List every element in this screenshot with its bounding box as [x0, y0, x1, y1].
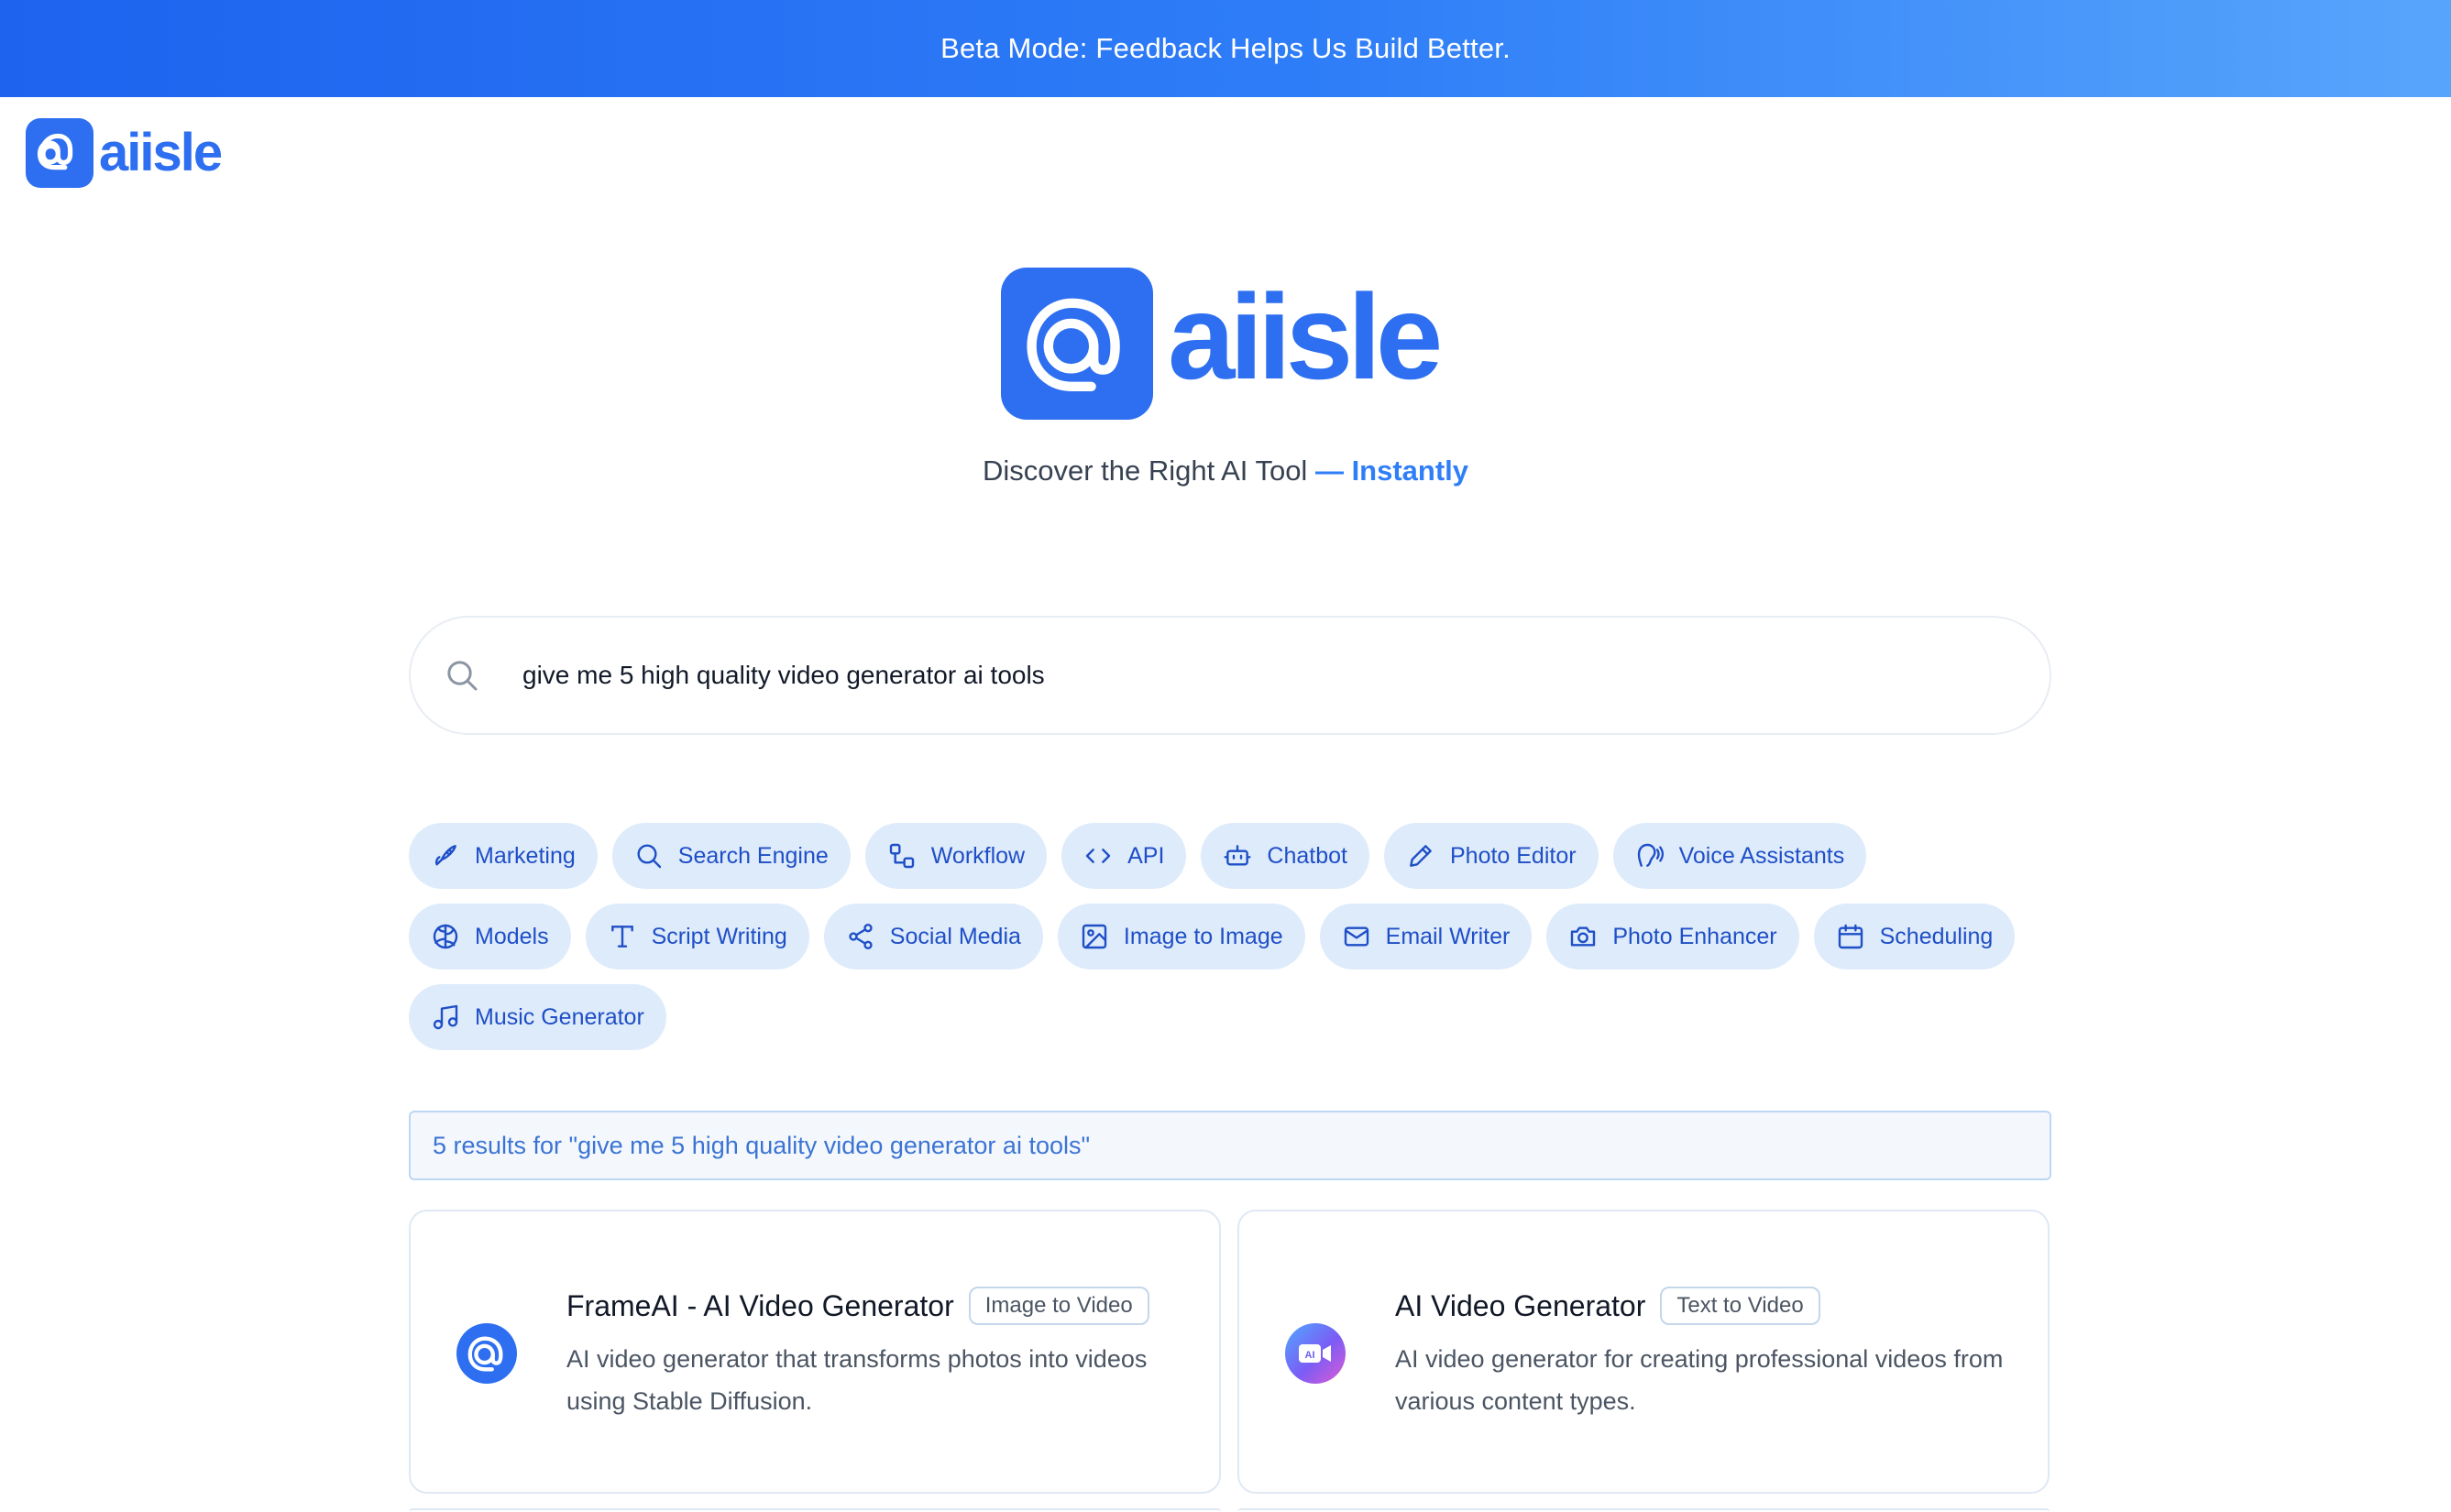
results-summary: 5 results for "give me 5 high quality vi…: [409, 1111, 2051, 1180]
chip-label: Search Engine: [677, 842, 829, 869]
result-card[interactable]: AI AI Video Generator Text to Video AI v…: [1237, 1210, 2050, 1494]
chip-api[interactable]: API: [1061, 823, 1187, 889]
search-icon: [634, 841, 664, 871]
share-icon: [846, 922, 875, 951]
chip-row: Models Script Writing Social Media Image…: [409, 904, 2059, 970]
beta-banner-text: Beta Mode: Feedback Helps Us Build Bette…: [940, 32, 1511, 64]
chip-music-generator[interactable]: Music Generator: [409, 984, 666, 1050]
tagline-accent: — Instantly: [1314, 455, 1469, 487]
chip-label: Social Media: [889, 923, 1021, 949]
chip-email-writer[interactable]: Email Writer: [1319, 904, 1533, 970]
brain-icon: [431, 922, 460, 951]
ai-video-logo-icon: AI: [1285, 1323, 1346, 1384]
chip-script-writing[interactable]: Script Writing: [585, 904, 809, 970]
chip-label: Models: [475, 923, 549, 949]
chip-label: Script Writing: [651, 923, 787, 949]
result-card[interactable]: FrameAI - AI Video Generator Image to Vi…: [409, 1210, 1221, 1494]
chip-label: Scheduling: [1879, 923, 1994, 949]
chip-label: Music Generator: [475, 1003, 644, 1030]
chip-workflow[interactable]: Workflow: [864, 823, 1048, 889]
chip-label: Email Writer: [1385, 923, 1511, 949]
bot-icon: [1223, 841, 1252, 871]
search-input[interactable]: [522, 661, 1989, 690]
header-logo[interactable]: aiisle: [26, 118, 223, 188]
chip-label: Voice Assistants: [1678, 842, 1845, 869]
category-chips: Marketing Search Engine Workflow API Cha…: [409, 823, 2059, 1065]
tagline-main: Discover the Right AI Tool: [982, 455, 1308, 487]
chip-label: Chatbot: [1267, 842, 1347, 869]
pencil-icon: [1406, 841, 1435, 871]
chip-label: Marketing: [475, 842, 576, 869]
mail-icon: [1342, 922, 1371, 951]
chip-social-media[interactable]: Social Media: [823, 904, 1043, 970]
card-header: AI Video Generator Text to Video: [1395, 1287, 1820, 1325]
workflow-icon: [887, 841, 917, 871]
chip-chatbot[interactable]: Chatbot: [1201, 823, 1369, 889]
voice-icon: [1635, 841, 1665, 871]
calendar-icon: [1836, 922, 1865, 951]
card-title[interactable]: AI Video Generator: [1395, 1289, 1645, 1323]
rocket-icon: [431, 841, 460, 871]
card-description: AI video generator that transforms photo…: [566, 1345, 1148, 1415]
text-icon: [608, 922, 637, 951]
hero-logo-mark-icon: [1001, 268, 1153, 420]
logo-mark-icon: [26, 118, 93, 188]
card-header: FrameAI - AI Video Generator Image to Vi…: [566, 1287, 1149, 1325]
chip-row: Music Generator: [409, 984, 2059, 1050]
search-bar[interactable]: [409, 616, 2051, 735]
chip-image-to-image[interactable]: Image to Image: [1057, 904, 1305, 970]
search-icon: [444, 657, 480, 694]
card-tag: Image to Video: [968, 1287, 1149, 1325]
chip-search-engine[interactable]: Search Engine: [611, 823, 851, 889]
chip-label: Photo Enhancer: [1612, 923, 1777, 949]
chip-voice-assistants[interactable]: Voice Assistants: [1612, 823, 1867, 889]
frameai-logo-icon: [456, 1323, 517, 1384]
chip-label: Photo Editor: [1449, 842, 1577, 869]
code-icon: [1083, 841, 1113, 871]
chip-photo-enhancer[interactable]: Photo Enhancer: [1546, 904, 1799, 970]
chip-label: Workflow: [930, 842, 1026, 869]
card-title[interactable]: FrameAI - AI Video Generator: [566, 1289, 954, 1323]
next-result-card-edge: [1237, 1508, 2050, 1512]
beta-banner: Beta Mode: Feedback Helps Us Build Bette…: [0, 0, 2451, 97]
image-icon: [1080, 922, 1109, 951]
next-result-card-edge: [409, 1508, 1221, 1512]
hero-wordmark: aiisle: [1168, 269, 1443, 404]
chip-photo-editor[interactable]: Photo Editor: [1383, 823, 1599, 889]
chip-scheduling[interactable]: Scheduling: [1813, 904, 2016, 970]
results-summary-text: 5 results for "give me 5 high quality vi…: [433, 1131, 1091, 1159]
svg-text:AI: AI: [1305, 1350, 1315, 1361]
card-tag: Text to Video: [1660, 1287, 1820, 1325]
camera-icon: [1568, 922, 1598, 951]
chip-row: Marketing Search Engine Workflow API Cha…: [409, 823, 2059, 889]
card-description: AI video generator for creating professi…: [1395, 1345, 2004, 1415]
chip-models[interactable]: Models: [409, 904, 571, 970]
logo-wordmark: aiisle: [99, 123, 223, 182]
chip-marketing[interactable]: Marketing: [409, 823, 598, 889]
hero-logo: aiisle: [1001, 268, 1443, 420]
music-icon: [431, 1003, 460, 1032]
chip-label: Image to Image: [1123, 923, 1283, 949]
chip-label: API: [1127, 842, 1165, 869]
hero-tagline: Discover the Right AI Tool — Instantly: [0, 455, 2451, 488]
